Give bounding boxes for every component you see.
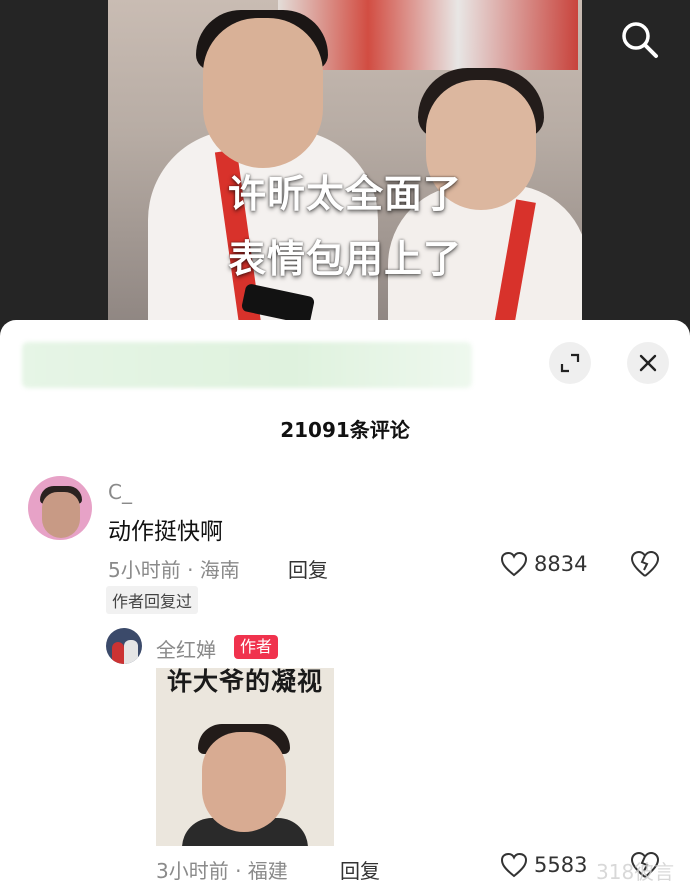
heart-icon bbox=[500, 551, 528, 577]
comment-text: 动作挺快啊 bbox=[108, 519, 223, 545]
video-caption-line2: 表情包用上了 bbox=[227, 237, 462, 281]
reply-meta: 3小时前 · 福建 bbox=[156, 859, 288, 883]
meme-image[interactable]: 许大爷的凝视 bbox=[156, 668, 334, 846]
search-button[interactable] bbox=[618, 18, 662, 62]
like-button-2[interactable]: 5583 bbox=[500, 852, 587, 878]
comment-username[interactable]: C_ bbox=[108, 480, 132, 504]
watermark: 318彼言 bbox=[596, 860, 675, 884]
search-icon bbox=[622, 22, 658, 58]
video-caption-line1: 许昕太全面了 bbox=[227, 172, 462, 216]
author-badge: 作者 bbox=[234, 635, 279, 659]
comment-count: 21091条评论 bbox=[280, 418, 410, 442]
reply-button[interactable]: 回复 bbox=[288, 554, 328, 583]
like-count-2: 5583 bbox=[534, 853, 588, 877]
like-count: 8834 bbox=[534, 552, 588, 576]
expand-button[interactable] bbox=[549, 342, 591, 384]
reply-username[interactable]: 全红婵 bbox=[156, 634, 216, 663]
avatar[interactable] bbox=[28, 476, 92, 540]
comment-meta: 5小时前 · 海南 bbox=[108, 558, 240, 582]
blurred-banner bbox=[22, 342, 472, 388]
video-player[interactable]: 许昕太全面了 表情包用上了 bbox=[0, 0, 690, 335]
author-avatar[interactable] bbox=[106, 628, 142, 664]
meme-caption: 许大爷的凝视 bbox=[166, 668, 323, 696]
broken-heart-icon bbox=[630, 550, 660, 577]
reply-button-2[interactable]: 回复 bbox=[340, 855, 380, 884]
like-button[interactable]: 8834 bbox=[500, 551, 587, 577]
dislike-button[interactable] bbox=[630, 550, 660, 582]
close-button[interactable] bbox=[627, 342, 669, 384]
heart-icon bbox=[500, 852, 528, 878]
comments-panel: 21091条评论 C_ 动作挺快啊 5小时前 · 海南 回复 8834 作者回复… bbox=[0, 320, 690, 895]
expand-icon bbox=[560, 353, 580, 373]
close-icon bbox=[639, 354, 657, 372]
author-replied-tag: 作者回复过 bbox=[106, 586, 199, 614]
